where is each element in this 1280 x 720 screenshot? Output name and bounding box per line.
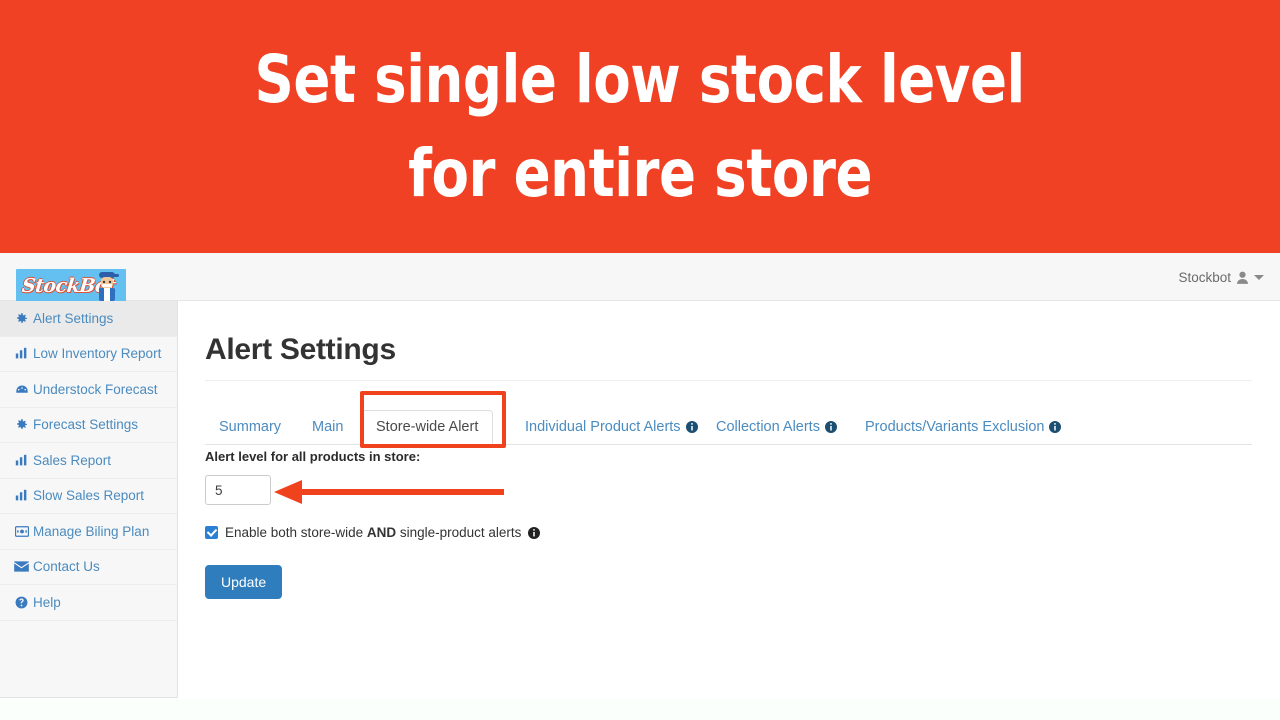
info-icon (685, 420, 698, 433)
annotation-arrow (274, 480, 504, 504)
update-button[interactable]: Update (205, 565, 283, 599)
sidebar-item-help[interactable]: Help (0, 585, 177, 621)
sidebar-item-manage-billing-plan[interactable]: Manage Biling Plan (0, 514, 177, 550)
sidebar-item-label: Contact Us (33, 559, 100, 575)
tab-label: Summary (219, 418, 282, 435)
gear-icon (14, 312, 29, 325)
sidebar-item-low-inventory-report[interactable]: Low Inventory Report (0, 337, 177, 372)
page-footer (0, 699, 1280, 720)
promo-banner: Set single low stock level for entire st… (0, 0, 1280, 253)
tab-label: Collection Alerts (716, 418, 820, 435)
title-divider (205, 380, 1252, 381)
gear-icon (14, 418, 29, 431)
sidebar-item-understock-forecast[interactable]: Understock Forecast (0, 372, 177, 408)
chevron-down-icon (1254, 274, 1264, 280)
stockbot-mascot-icon (99, 272, 119, 301)
sidebar-item-label: Sales Report (33, 452, 112, 468)
sidebar-item-contact-us[interactable]: Contact Us (0, 550, 177, 585)
tab-label: Main (312, 418, 344, 435)
sidebar-item-label: Slow Sales Report (33, 488, 145, 504)
tab-products-variants-exclusion[interactable]: Products/Variants Exclusion (851, 411, 1075, 444)
info-icon (824, 420, 837, 433)
tab-collection-alerts[interactable]: Collection Alerts (702, 411, 851, 444)
promo-banner-line-2: for entire store (408, 134, 872, 212)
tab-bar: Summary Main Store-wide Alert Individual… (205, 398, 1252, 445)
tab-store-wide-alert[interactable]: Store-wide Alert (361, 409, 494, 444)
sidebar-item-label: Alert Settings (33, 310, 114, 326)
user-menu[interactable]: Stockbot (1170, 253, 1272, 301)
stockbot-logo[interactable]: StockBot (16, 269, 126, 305)
alert-level-input[interactable] (205, 475, 271, 505)
alert-level-label: Alert level for all products in store: (205, 449, 421, 464)
question-circle-icon (14, 596, 29, 609)
sidebar-item-forecast-settings[interactable]: Forecast Settings (0, 408, 177, 443)
bar-chart-icon (14, 454, 29, 467)
sidebar-item-sales-report[interactable]: Sales Report (0, 443, 177, 479)
app-header: StockBot Stockbot (0, 253, 1280, 305)
info-icon[interactable] (528, 526, 541, 539)
sidebar-item-alert-settings[interactable]: Alert Settings (0, 301, 177, 337)
tab-label: Store-wide Alert (376, 418, 479, 435)
checkbox-text-bold: AND (366, 525, 397, 540)
promo-banner-line-1: Set single low stock level (254, 40, 1026, 118)
tab-label: Individual Product Alerts (525, 418, 681, 435)
tab-individual-product-alerts[interactable]: Individual Product Alerts (511, 411, 712, 444)
info-icon (1049, 420, 1062, 433)
tab-summary[interactable]: Summary (205, 411, 295, 444)
enable-both-alerts-checkbox[interactable] (205, 526, 218, 539)
bar-chart-icon (14, 347, 29, 360)
sidebar-item-slow-sales-report[interactable]: Slow Sales Report (0, 479, 177, 514)
tab-label: Products/Variants Exclusion (865, 418, 1045, 435)
sidebar: Alert Settings Low Inventory Report Unde… (0, 301, 178, 698)
sidebar-item-label: Understock Forecast (33, 381, 158, 397)
page-title: Alert Settings (205, 333, 396, 366)
checkbox-text-before: Enable both store-wide (225, 525, 367, 540)
enable-both-alerts-label: Enable both store-wide AND single-produc… (225, 525, 521, 540)
user-menu-label: Stockbot (1178, 269, 1231, 285)
dashboard-icon (14, 383, 29, 396)
billing-card-icon (14, 525, 29, 537)
enable-both-alerts-row[interactable]: Enable both store-wide AND single-produc… (205, 525, 541, 540)
sidebar-item-label: Help (33, 594, 61, 610)
envelope-icon (14, 561, 29, 572)
bar-chart-icon (14, 489, 29, 502)
tab-main[interactable]: Main (298, 411, 357, 444)
app-page: Set single low stock level for entire st… (0, 0, 1280, 720)
sidebar-item-label: Forecast Settings (33, 417, 139, 433)
user-icon (1237, 271, 1248, 284)
sidebar-item-label: Manage Biling Plan (33, 523, 150, 539)
checkbox-text-after: single-product alerts (396, 525, 522, 540)
sidebar-item-label: Low Inventory Report (33, 346, 162, 362)
